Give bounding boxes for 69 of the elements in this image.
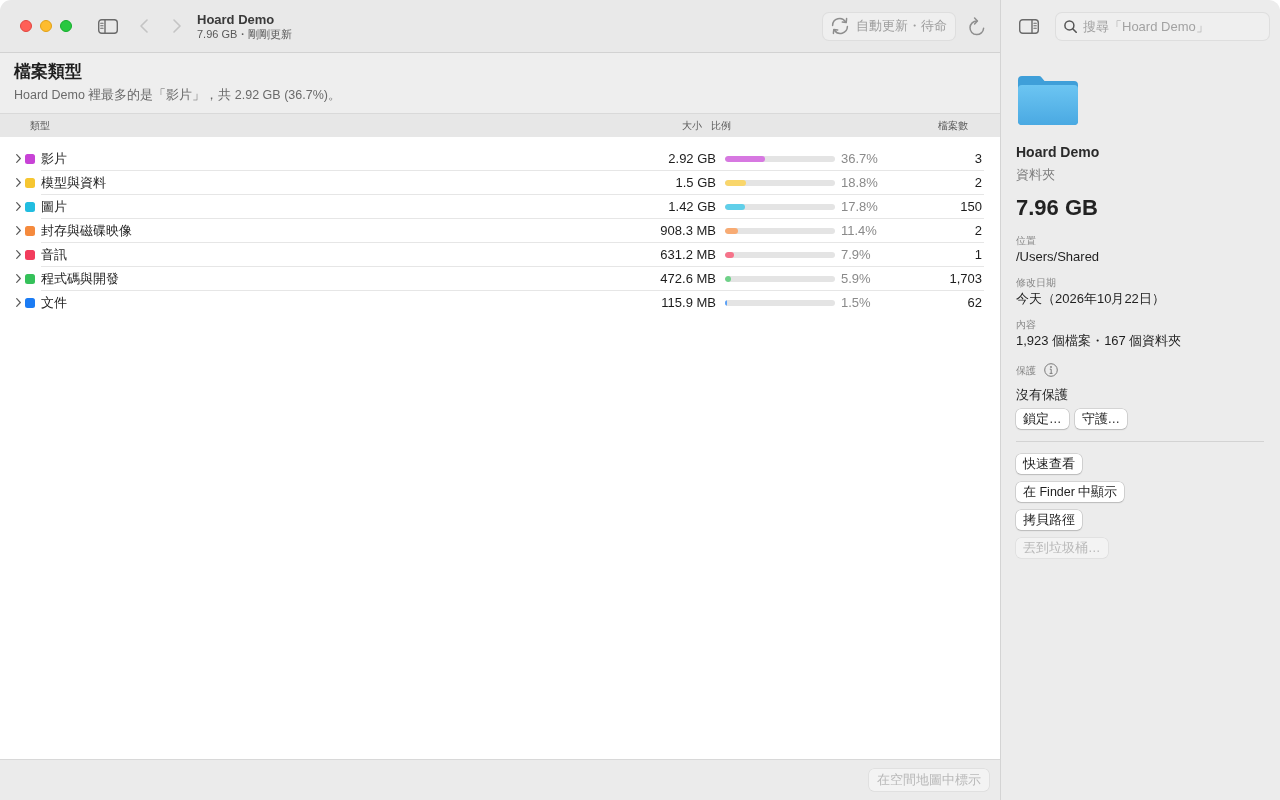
field-label: 內容 — [1016, 318, 1037, 331]
percent-cell-text: 36.7% — [841, 151, 879, 166]
type-name: 模型與資料 — [41, 173, 107, 192]
file-count-cell-text: 2 — [973, 223, 982, 238]
sync-icon — [830, 17, 850, 35]
window-subtitle: 7.96 GB・剛剛更新 — [197, 26, 293, 41]
section-title: 檔案類型 — [14, 61, 83, 83]
type-name: 程式碼與開發 — [41, 269, 120, 288]
size-cell-text: 2.92 GB — [667, 151, 716, 166]
search-icon — [1064, 19, 1077, 33]
item-kind: 資料夾 — [1016, 167, 1056, 183]
info-icon[interactable] — [1044, 363, 1058, 377]
disclosure-chevron-icon[interactable] — [16, 274, 21, 283]
file-count-cell-text: 2 — [973, 175, 982, 190]
file-count-cell-text: 3 — [973, 151, 982, 166]
search-field[interactable]: 搜尋「Hoard Demo」 — [1056, 12, 1269, 40]
type-name: 圖片 — [41, 197, 68, 216]
section-summary: Hoard Demo 裡最多的是「影片」，共 2.92 GB (36.7%)。 — [14, 87, 342, 103]
field-label: 修改日期 — [1016, 276, 1057, 289]
folder-icon — [1018, 75, 1078, 125]
lock-button[interactable]: 鎖定… — [1016, 409, 1069, 429]
item-size: 7.96 GB — [1016, 194, 1099, 222]
field-value: 1,923 個檔案・167 個資料夾 — [1016, 333, 1183, 349]
disclosure-chevron-icon[interactable] — [16, 202, 21, 211]
inspector-toggle-icon[interactable] — [1019, 18, 1039, 34]
sidebar-toggle-icon[interactable] — [98, 18, 118, 34]
file-count-cell-text: 1,703 — [948, 271, 982, 286]
disclosure-chevron-icon[interactable] — [16, 298, 21, 307]
file-count-cell-text: 62 — [966, 295, 982, 310]
column-header[interactable]: 比例 — [711, 118, 731, 133]
column-header[interactable]: 類型 — [30, 118, 682, 133]
window-close-button[interactable] — [20, 20, 32, 32]
type-name: 影片 — [41, 149, 68, 168]
size-cell-text: 908.3 MB — [659, 223, 716, 238]
disclosure-chevron-icon[interactable] — [16, 250, 21, 259]
field-value: /Users/Shared — [1016, 249, 1101, 265]
size-cell-text: 631.2 MB — [659, 247, 716, 262]
field-label: 位置 — [1016, 234, 1037, 247]
item-name: Hoard Demo — [1016, 144, 1101, 161]
percent-cell-text: 11.4% — [841, 223, 878, 238]
file-count-cell-text: 1 — [973, 247, 982, 262]
disclosure-chevron-icon[interactable] — [16, 154, 21, 163]
field-label: 保護 — [1016, 363, 1036, 377]
size-cell-text: 1.42 GB — [667, 199, 716, 214]
percent-cell-text: 18.8% — [841, 175, 879, 190]
type-name: 音訊 — [41, 245, 68, 264]
refresh-icon[interactable] — [968, 16, 986, 36]
field-value: 沒有保護 — [1016, 387, 1069, 403]
action-button[interactable]: 快速查看 — [1016, 454, 1082, 474]
disclosure-chevron-icon[interactable] — [16, 226, 21, 235]
percent-cell-text: 17.8% — [841, 199, 879, 214]
action-button[interactable]: 在 Finder 中顯示 — [1016, 482, 1125, 502]
window-zoom-button[interactable] — [60, 20, 72, 32]
percent-cell-text: 7.9% — [841, 247, 872, 262]
column-header[interactable]: 大小 — [682, 118, 702, 133]
disclosure-chevron-icon[interactable] — [16, 178, 21, 187]
column-header[interactable]: 檔案數 — [938, 118, 968, 133]
size-cell-text: 472.6 MB — [659, 271, 716, 286]
guard-button[interactable]: 守護… — [1074, 409, 1127, 429]
type-name: 文件 — [41, 293, 68, 312]
percent-cell-text: 5.9% — [841, 271, 872, 286]
file-count-cell-text: 150 — [959, 199, 982, 214]
action-button[interactable]: 拷貝路徑 — [1016, 510, 1082, 530]
type-name: 封存與磁碟映像 — [41, 221, 133, 240]
percent-cell-text: 1.5% — [841, 295, 872, 310]
size-cell-text: 1.5 GB — [674, 175, 716, 190]
field-value: 今天（2026年10月22日） — [1016, 291, 1166, 307]
window-title: Hoard Demo — [197, 11, 276, 27]
size-cell-text: 115.9 MB — [660, 295, 716, 310]
